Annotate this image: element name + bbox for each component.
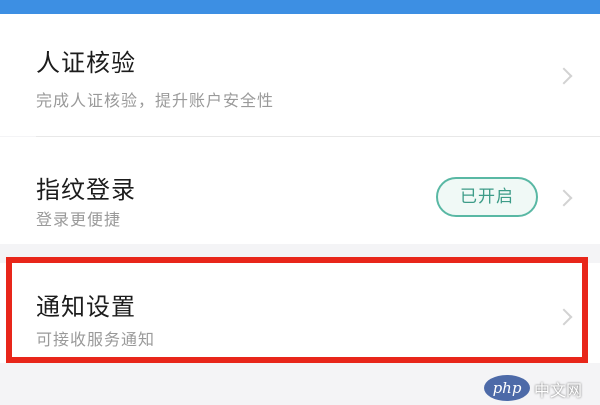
settings-row-fingerprint-login[interactable]: 指纹登录 登录更便捷 已开启	[0, 137, 600, 244]
watermark: php 中文网	[484, 375, 592, 401]
section-gap	[0, 244, 600, 263]
chevron-right-icon	[555, 189, 573, 207]
top-status-bar	[0, 0, 600, 14]
php-logo-icon: php	[484, 375, 530, 401]
row-subtitle: 可接收服务通知	[36, 330, 156, 349]
row-subtitle: 登录更便捷	[36, 210, 122, 229]
chevron-right-icon	[555, 67, 573, 85]
row-title: 指纹登录	[36, 176, 136, 204]
row-subtitle: 完成人证核验，提升账户安全性	[36, 91, 275, 110]
settings-row-identity-verification[interactable]: 人证核验 完成人证核验，提升账户安全性	[0, 14, 600, 136]
row-title: 人证核验	[36, 49, 136, 77]
watermark-text: 中文网	[534, 381, 583, 400]
chevron-right-icon	[555, 308, 573, 326]
settings-row-notification-settings[interactable]: 通知设置 可接收服务通知	[0, 263, 600, 363]
row-title: 通知设置	[36, 293, 136, 321]
status-badge: 已开启	[436, 177, 538, 217]
